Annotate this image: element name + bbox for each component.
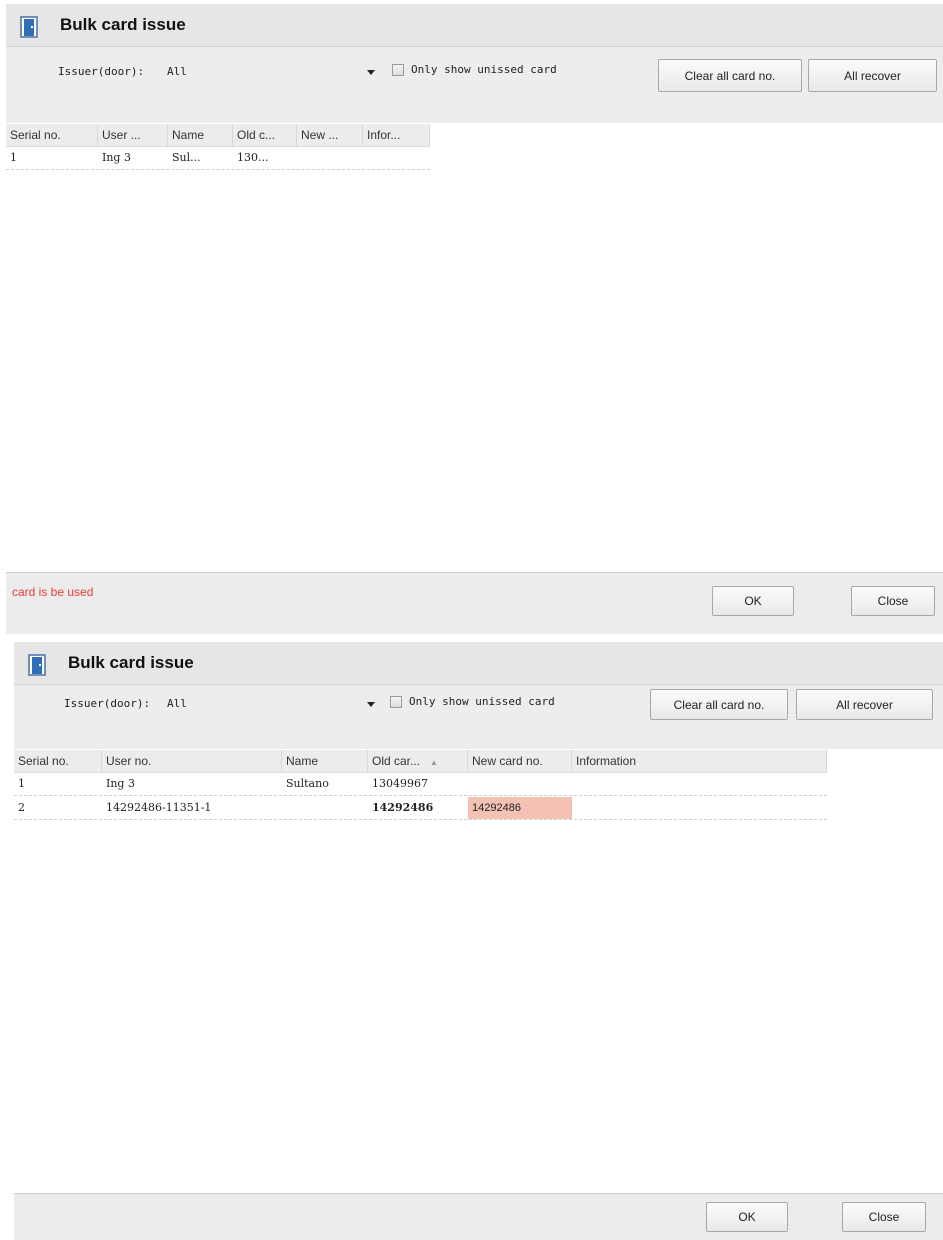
- title-bar: Bulk card issue: [6, 4, 943, 47]
- window-title: Bulk card issue: [60, 15, 186, 34]
- col-information[interactable]: Information: [572, 750, 827, 772]
- status-message: card is be used: [12, 585, 94, 599]
- status-bar: OK Close: [14, 1193, 943, 1240]
- cell-name: [282, 797, 368, 819]
- issuer-label: Issuer(door):: [58, 65, 145, 78]
- cell-new-card[interactable]: [297, 147, 363, 169]
- col-old-card-label: Old car...: [372, 754, 421, 768]
- chevron-down-icon[interactable]: [367, 702, 375, 707]
- cell-serial: 1: [18, 777, 25, 790]
- card-table: Serial no. User no. Name Old car... ▲ New…: [14, 750, 943, 1194]
- status-bar: card is be used OK Close: [6, 572, 943, 634]
- cell-information: [363, 147, 430, 169]
- table-row[interactable]: 1 Ing 3 Sultano 13049967: [14, 773, 827, 796]
- cell-old-card: 130...: [237, 151, 269, 164]
- cell-user: Ing 3: [102, 151, 131, 164]
- title-bar: Bulk card issue: [14, 642, 943, 685]
- issuer-select[interactable]: All: [167, 697, 187, 710]
- chevron-down-icon[interactable]: [367, 70, 375, 75]
- all-recover-button[interactable]: All recover: [808, 59, 937, 92]
- ok-button[interactable]: OK: [706, 1202, 788, 1232]
- toolbar: Issuer(door): All Only show unissed card…: [14, 685, 943, 749]
- door-icon: [28, 654, 46, 676]
- col-name[interactable]: Name: [168, 124, 233, 146]
- table-row[interactable]: 2 14292486-11351-1 14292486 14292486: [14, 797, 827, 820]
- cell-user: Ing 3: [106, 777, 135, 790]
- window-title: Bulk card issue: [68, 653, 194, 672]
- col-name[interactable]: Name: [282, 750, 368, 772]
- cell-old-card: 14292486: [372, 801, 434, 814]
- cell-serial: 1: [10, 151, 17, 164]
- cell-serial: 2: [18, 801, 25, 814]
- col-user-no[interactable]: User no.: [102, 750, 282, 772]
- only-unissued-label: Only show unissed card: [409, 695, 555, 708]
- cell-information: [572, 773, 827, 795]
- ok-button[interactable]: OK: [712, 586, 794, 616]
- cell-user: 14292486-11351-1: [106, 801, 212, 814]
- col-new-card[interactable]: New card no.: [468, 750, 572, 772]
- table-header: Serial no. User no. Name Old car... ▲ New…: [14, 750, 827, 773]
- door-icon: [20, 16, 38, 38]
- only-unissued-checkbox[interactable]: [392, 64, 404, 76]
- toolbar: Issuer(door): All Only show unissed card…: [6, 47, 943, 123]
- col-new-card[interactable]: New ...: [297, 124, 363, 146]
- cell-new-card[interactable]: [468, 773, 572, 795]
- close-button[interactable]: Close: [842, 1202, 926, 1232]
- issuer-label: Issuer(door):: [64, 697, 151, 710]
- cell-old-card: 13049967: [372, 777, 428, 790]
- cell-name: Sultano: [286, 777, 329, 790]
- clear-all-card-button[interactable]: Clear all card no.: [650, 689, 788, 720]
- col-old-card[interactable]: Old car... ▲: [368, 750, 468, 772]
- issuer-select[interactable]: All: [167, 65, 187, 78]
- col-user-no[interactable]: User ...: [98, 124, 168, 146]
- sort-ascending-icon: ▲: [430, 758, 438, 767]
- col-information[interactable]: Infor...: [363, 124, 430, 146]
- cell-information: [572, 797, 827, 819]
- cell-name: Sul...: [172, 151, 201, 164]
- bulk-card-issue-window-1: Bulk card issue Issuer(door): All Only s…: [6, 4, 943, 634]
- all-recover-button[interactable]: All recover: [796, 689, 933, 720]
- only-unissued-label: Only show unissed card: [411, 63, 557, 76]
- col-serial-no[interactable]: Serial no.: [14, 750, 102, 772]
- col-serial-no[interactable]: Serial no.: [6, 124, 98, 146]
- col-old-card[interactable]: Old c...: [233, 124, 297, 146]
- only-unissued-checkbox[interactable]: [390, 696, 402, 708]
- table-header: Serial no. User ... Name Old c... New ..…: [6, 124, 430, 147]
- card-table: Serial no. User ... Name Old c... New ..…: [6, 124, 943, 572]
- table-row[interactable]: 1 Ing 3 Sul... 130...: [6, 147, 430, 170]
- cell-new-card[interactable]: 14292486: [468, 797, 572, 819]
- close-button[interactable]: Close: [851, 586, 935, 616]
- bulk-card-issue-window-2: Bulk card issue Issuer(door): All Only s…: [14, 642, 943, 1240]
- clear-all-card-button[interactable]: Clear all card no.: [658, 59, 802, 92]
